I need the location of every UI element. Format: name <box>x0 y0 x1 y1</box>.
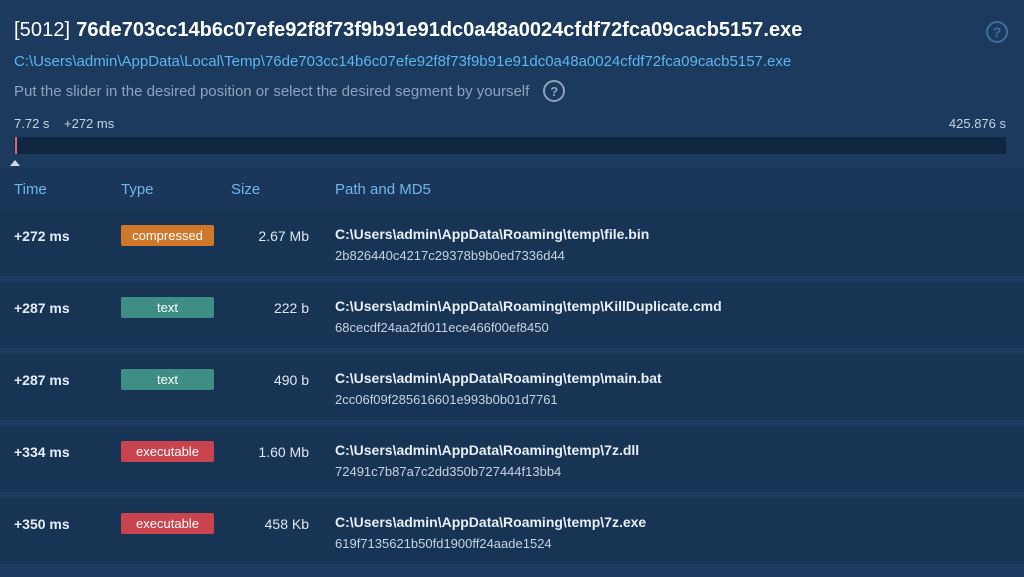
row-time: +334 ms <box>14 444 70 460</box>
row-time: +350 ms <box>14 516 70 532</box>
process-path-link[interactable]: C:\Users\admin\AppData\Local\Temp\76de70… <box>14 53 791 70</box>
row-size: 458 Kb <box>264 516 309 532</box>
row-size: 490 b <box>273 372 309 388</box>
table-row[interactable]: +334 ms executable 1.60 Mb C:\Users\admi… <box>0 426 1024 492</box>
timeline-slider[interactable] <box>14 137 1006 154</box>
row-size: 2.67 Mb <box>258 228 309 244</box>
row-size: 1.60 Mb <box>258 444 309 460</box>
slider-position-marker[interactable] <box>15 137 17 154</box>
column-header-type[interactable]: Type <box>121 181 154 198</box>
row-md5: 72491c7b87a7c2dd350b727444f13bb4 <box>335 464 562 479</box>
type-badge: executable <box>121 513 214 534</box>
process-title: [5012] 76de703cc14b6c07efe92f8f73f9b91e9… <box>14 17 1010 43</box>
row-path: C:\Users\admin\AppData\Roaming\temp\main… <box>335 370 662 386</box>
row-size: 222 b <box>273 300 309 316</box>
table-row[interactable]: +287 ms text 222 b C:\Users\admin\AppDat… <box>0 282 1024 348</box>
table-row[interactable]: +287 ms text 490 b C:\Users\admin\AppDat… <box>0 354 1024 420</box>
column-header-size[interactable]: Size <box>231 181 260 198</box>
row-path: C:\Users\admin\AppData\Roaming\temp\7z.e… <box>335 514 647 530</box>
row-time: +287 ms <box>14 300 70 316</box>
slider-offset-time: +272 ms <box>64 116 115 131</box>
table-row[interactable]: +350 ms executable 458 Kb C:\Users\admin… <box>0 498 1024 564</box>
type-badge: executable <box>121 441 214 462</box>
row-md5: 2cc06f09f285616601e993b0b01d7761 <box>335 392 558 407</box>
instruction-help-icon[interactable]: ? <box>543 80 566 102</box>
slider-handle-icon[interactable] <box>10 160 20 166</box>
table-row[interactable]: +272 ms compressed 2.67 Mb C:\Users\admi… <box>0 210 1024 276</box>
column-header-time[interactable]: Time <box>14 181 47 198</box>
slider-end-time: 425.876 s <box>948 116 1006 131</box>
slider-instruction: Put the slider in the desired position o… <box>14 80 566 102</box>
row-path: C:\Users\admin\AppData\Roaming\temp\Kill… <box>335 298 722 314</box>
table-header: Time Type Size Path and MD5 <box>0 168 1024 210</box>
column-header-path[interactable]: Path and MD5 <box>335 181 431 198</box>
row-md5: 2b826440c4217c29378b9b0ed7336d44 <box>335 248 565 263</box>
help-icon[interactable]: ? <box>986 21 1008 43</box>
process-pid: [5012] <box>14 18 71 41</box>
process-header: [5012] 76de703cc14b6c07efe92f8f73f9b91e9… <box>14 17 1010 43</box>
type-badge: text <box>121 297 214 318</box>
process-name: 76de703cc14b6c07efe92f8f73f9b91e91dc0a48… <box>76 18 803 41</box>
row-md5: 68cecdf24aa2fd011ece466f00ef8450 <box>335 320 549 335</box>
row-path: C:\Users\admin\AppData\Roaming\temp\file… <box>335 226 650 242</box>
slider-start-time: 7.72 s <box>14 116 50 131</box>
type-badge: compressed <box>121 225 214 246</box>
row-path: C:\Users\admin\AppData\Roaming\temp\7z.d… <box>335 442 640 458</box>
row-time: +272 ms <box>14 228 70 244</box>
type-badge: text <box>121 369 214 390</box>
row-md5: 619f7135621b50fd1900ff24aade1524 <box>335 536 552 551</box>
instruction-text: Put the slider in the desired position o… <box>14 82 530 100</box>
row-time: +287 ms <box>14 372 70 388</box>
